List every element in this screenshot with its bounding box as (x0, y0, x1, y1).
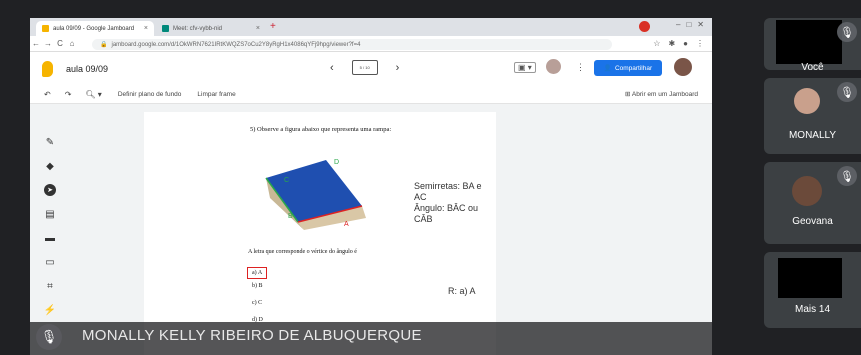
open-icon: ⊞ (624, 91, 632, 98)
tab-jamboard-label: aula 09/09 - Google Jamboard (53, 25, 135, 32)
pen-icon[interactable]: ✎ (44, 136, 56, 148)
vertex-d: D (334, 159, 339, 166)
more-options-icon[interactable]: ⋮ (576, 62, 585, 73)
select-icon[interactable]: ➤ (44, 184, 56, 196)
shared-screen: aula 09/09 - Google Jamboard × Meet: cfv… (30, 18, 712, 355)
avatar (792, 176, 822, 206)
clear-frame-button[interactable]: Limpar frame (197, 91, 235, 98)
profile-icon[interactable]: ● (683, 39, 688, 48)
undo-icon[interactable]: ↶ (44, 90, 51, 99)
url-text: jamboard.google.com/d/1OkWRN7621IRtKWQZS… (111, 41, 361, 48)
jamboard-toolbar: ↶ ↷ 🔍︎ ▾ Definir plano de fundo Limpar f… (30, 86, 712, 104)
home-icon[interactable]: ⌂ (66, 39, 78, 48)
jam-frame: 5) Observe a figura abaixo que represent… (144, 112, 496, 355)
sticky-note-icon[interactable]: ▤ (44, 208, 56, 220)
participant-name: Geovana (792, 216, 833, 227)
forward-icon[interactable]: → (42, 39, 54, 48)
laser-icon[interactable]: ⚡ (44, 304, 56, 316)
tab-meet-label: Meet: cfv-vybb-nid (173, 25, 223, 32)
extension-icon[interactable]: ✱ (668, 39, 675, 48)
jamboard-header: aula 09/09 ‹ 5 / 10 › ▣ ▾ ⋮ 👤 Compartilh… (30, 52, 712, 86)
mic-off-icon: 🎙︎ (837, 82, 857, 102)
vertex-c: C (284, 177, 289, 184)
bookmark-star-icon[interactable]: ☆ (653, 39, 660, 48)
window-close-icon[interactable]: ✕ (697, 20, 704, 29)
tool-rail: ✎ ◆ ➤ ▤ ▬ ▭ ⌗ ⚡ (38, 136, 62, 316)
option-b: b) B (252, 283, 263, 289)
open-in-jamboard-label: Abrir em um Jamboard (631, 91, 698, 98)
browser-menu-icon[interactable]: ⋮ (696, 39, 704, 48)
eraser-icon[interactable]: ◆ (44, 160, 56, 172)
participant-tile-monally[interactable]: 🎙︎ MONALLY (764, 78, 861, 154)
image-icon[interactable]: ▬ (44, 232, 56, 244)
participant-tile-more[interactable]: Mais 14 (764, 252, 861, 328)
close-tab-icon[interactable]: × (256, 25, 260, 32)
lock-icon: 🔒 (100, 42, 108, 48)
frame-indicator: 5 / 10 (359, 65, 370, 70)
next-frame-icon[interactable]: › (396, 62, 400, 74)
mic-off-icon: 🎙︎ (837, 166, 857, 186)
participant-tile-self[interactable]: 🎙︎ Você (764, 18, 861, 73)
ramp-figure: C D B A (265, 159, 366, 230)
participant-name: Você (801, 62, 824, 73)
prev-frame-icon[interactable]: ‹ (330, 62, 334, 74)
more-participants-label: Mais 14 (794, 304, 830, 315)
zoom-icon[interactable]: 🔍︎ ▾ (85, 90, 101, 99)
question-text: 5) Observe a figura abaixo que represent… (250, 126, 392, 133)
text-box-icon[interactable]: ⌗ (44, 280, 56, 292)
address-bar-row: ← → C ⌂ 🔒 jamboard.google.com/d/1OkWRN76… (30, 36, 712, 52)
new-tab-icon[interactable]: + (270, 21, 276, 32)
angulo-text: Ângulo: BÂC ou CÂB (414, 203, 479, 224)
open-in-jamboard-button[interactable]: ⊞ Abrir em um Jamboard (625, 90, 698, 98)
person-add-icon: 👤 (603, 65, 612, 72)
recording-icon (639, 21, 650, 32)
prompt-text: A letra que corresponde o vértice do âng… (248, 249, 357, 255)
mic-off-icon: 🎙︎ (36, 324, 62, 350)
minimize-icon[interactable]: – (676, 20, 680, 29)
collaborator-avatar (546, 59, 561, 74)
mic-off-icon: 🎙︎ (837, 22, 857, 42)
share-label: Compartilhar (614, 64, 653, 72)
browser-actions: ☆ ✱ ● ⋮ (653, 39, 704, 48)
redaction-box (776, 20, 842, 64)
reload-icon[interactable]: C (54, 39, 66, 48)
tab-jamboard[interactable]: aula 09/09 - Google Jamboard × (36, 21, 154, 36)
semirretas-text: Semirretas: BA e AC (414, 181, 482, 202)
vertex-a: A (344, 221, 349, 228)
close-tab-icon[interactable]: × (144, 25, 148, 32)
meet-favicon-icon (162, 25, 169, 32)
option-a-highlighted: a) A (247, 267, 268, 279)
avatar (794, 88, 820, 114)
frame-bar-button[interactable]: 5 / 10 (351, 60, 378, 75)
account-avatar[interactable] (674, 58, 692, 76)
window-controls: – □ ✕ (676, 20, 704, 29)
vertex-b: B (288, 213, 293, 220)
jamboard-logo-icon (42, 61, 53, 77)
redo-icon[interactable]: ↷ (65, 90, 72, 99)
jam-title[interactable]: aula 09/09 (66, 64, 108, 74)
semirretas-annotation: Semirretas: BA e AC Ângulo: BÂC ou CÂB (414, 181, 496, 225)
maximize-icon[interactable]: □ (686, 20, 691, 29)
redaction-box (778, 258, 842, 298)
participant-tile-geovana[interactable]: 🎙︎ Geovana (764, 162, 861, 244)
set-background-button[interactable]: Definir plano de fundo (118, 91, 182, 98)
present-icon[interactable]: ▣ ▾ (514, 62, 536, 73)
jamboard-favicon-icon (42, 25, 49, 32)
back-icon[interactable]: ← (30, 39, 42, 48)
option-c: c) C (252, 300, 263, 306)
frame-navigator: ‹ 5 / 10 › (330, 60, 399, 75)
tab-meet[interactable]: Meet: cfv-vybb-nid × (156, 21, 266, 36)
shape-icon[interactable]: ▭ (44, 256, 56, 268)
answer-annotation: R: a) A (448, 286, 476, 296)
presenter-name: MONALLY KELLY RIBEIRO DE ALBUQUERQUE (82, 327, 422, 344)
share-button[interactable]: 👤 Compartilhar (594, 60, 662, 76)
meet-window: aula 09/09 - Google Jamboard × Meet: cfv… (0, 0, 861, 355)
url-field[interactable]: 🔒 jamboard.google.com/d/1OkWRN7621IRtKWQ… (92, 39, 612, 50)
browser-tab-bar: aula 09/09 - Google Jamboard × Meet: cfv… (30, 18, 712, 36)
participant-name: MONALLY (788, 130, 837, 141)
